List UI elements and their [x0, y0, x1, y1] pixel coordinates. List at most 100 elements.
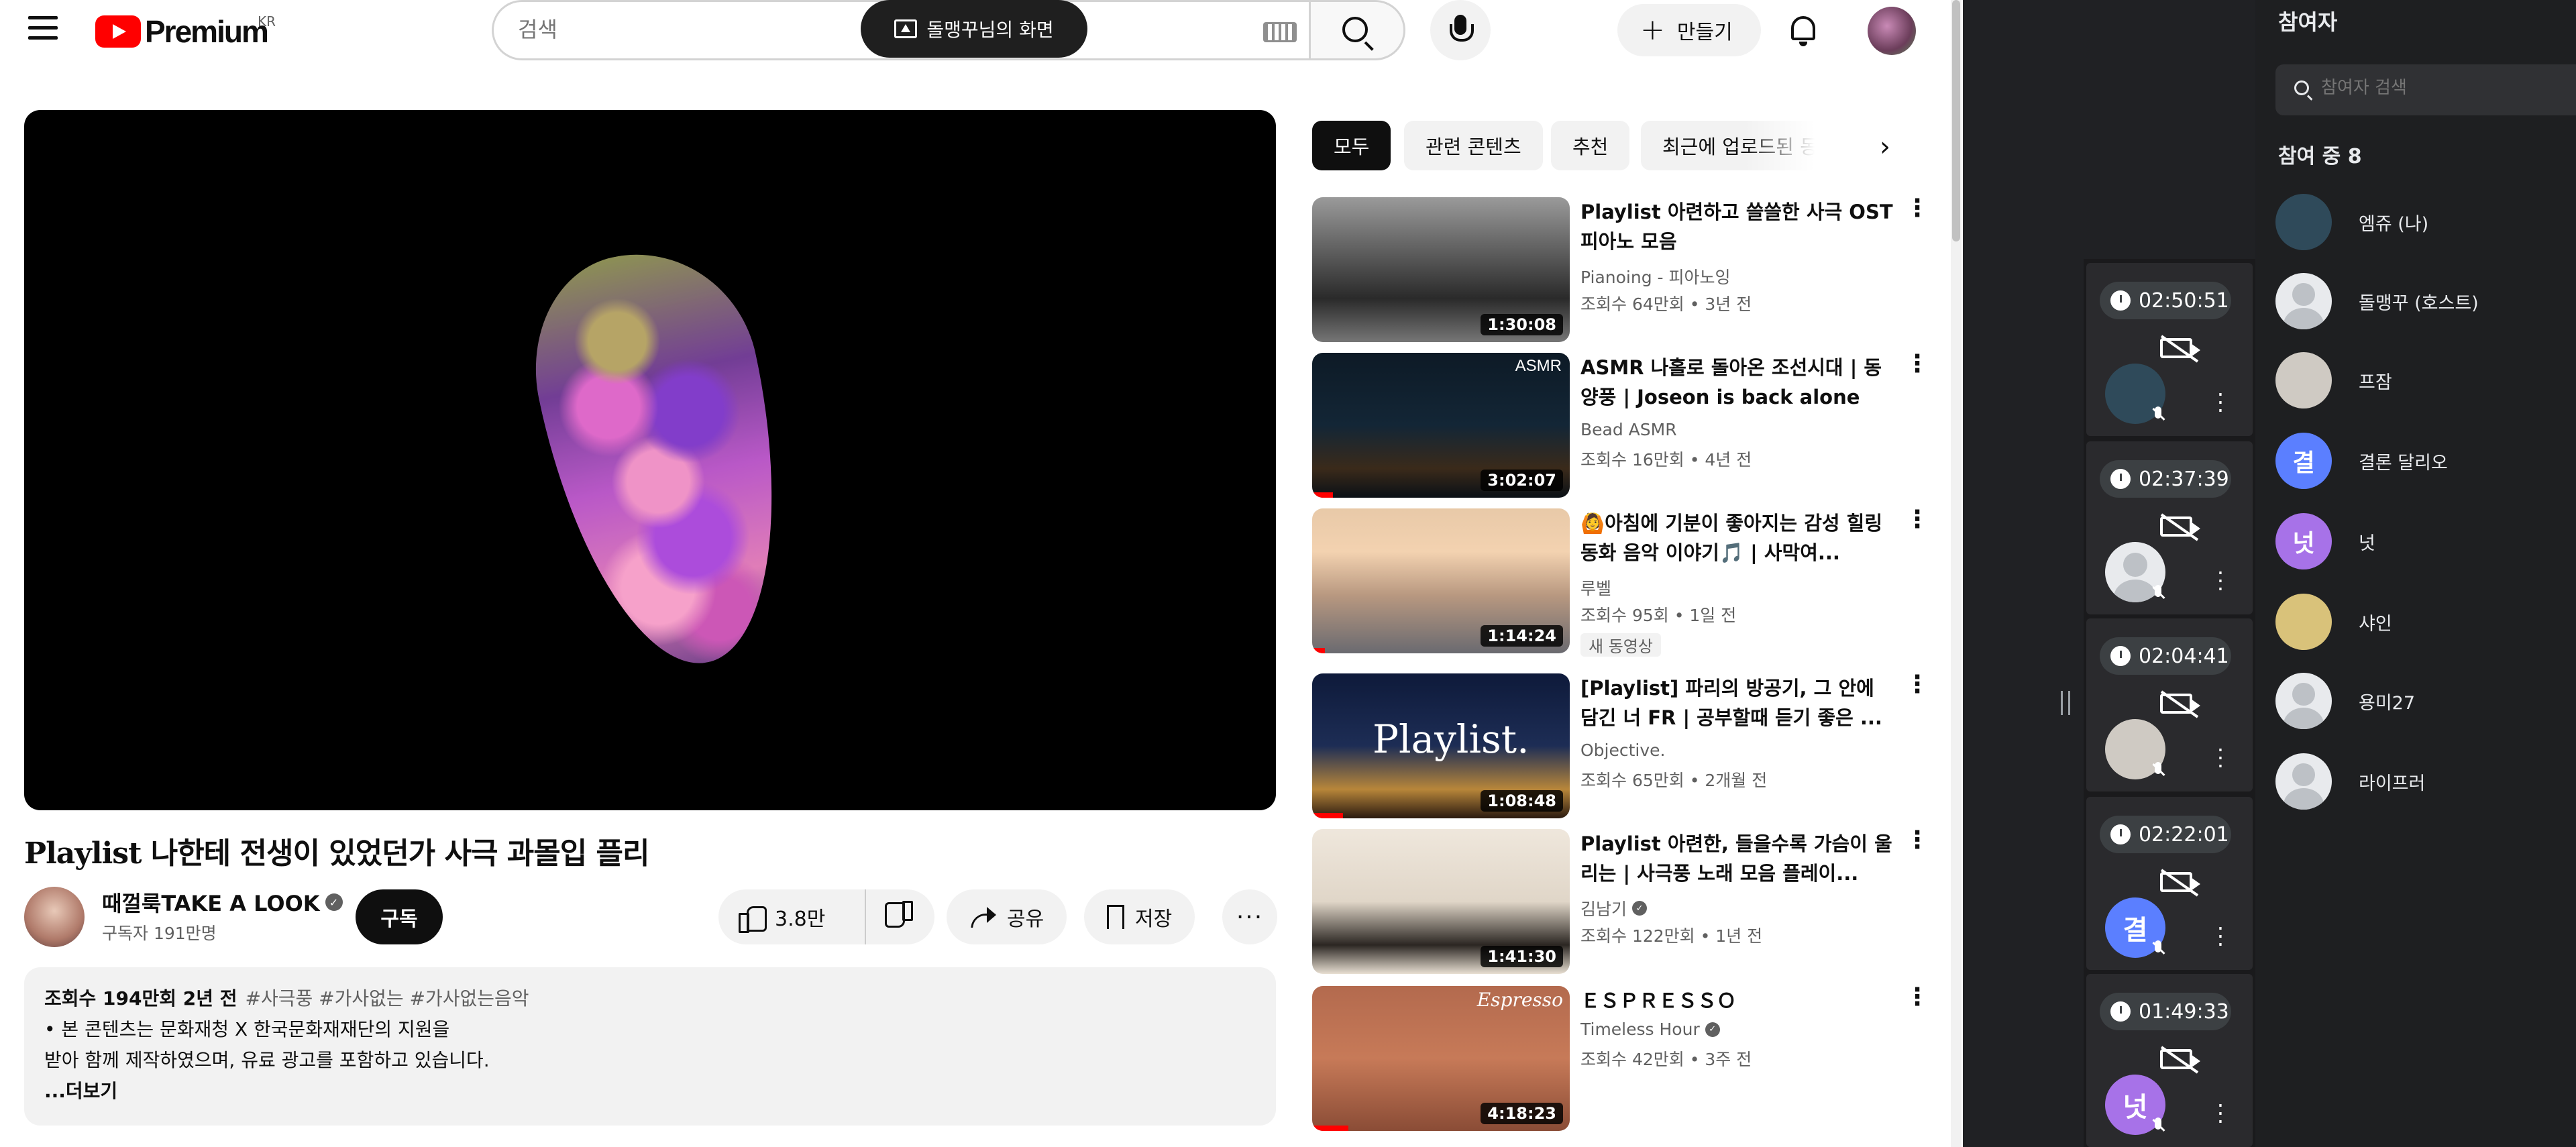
keyboard-icon[interactable]: [1263, 22, 1297, 42]
chip-all[interactable]: 모두: [1312, 121, 1391, 170]
search-input[interactable]: [518, 17, 1189, 42]
recommendation-channel[interactable]: Timeless Hour ✓: [1580, 1020, 1720, 1039]
share-button[interactable]: 공유: [947, 889, 1067, 944]
participant-tile[interactable]: 01:49:33 넛 · · ·: [2086, 974, 2253, 1147]
recommendation-item[interactable]: 1:41:30 Playlist 아련한, 들을수록 가슴이 울리는 | 사극풍…: [1312, 828, 1936, 974]
save-button[interactable]: 저장: [1084, 889, 1195, 944]
scrollbar-thumb[interactable]: [1952, 0, 1960, 241]
participant-name: 라이프러: [2359, 773, 2426, 794]
video-player[interactable]: [24, 110, 1276, 810]
description-line-1: • 본 콘텐츠는 문화재청 X 한국문화재재단의 지원을: [44, 1018, 450, 1040]
video-thumbnail[interactable]: Playlist. 1:08:48: [1312, 673, 1570, 818]
hamburger-menu-icon[interactable]: [28, 16, 58, 43]
participant-tile[interactable]: 02:04:41 · · ·: [2086, 618, 2253, 791]
more-options-icon[interactable]: · · ·: [2214, 1095, 2227, 1132]
recommendation-channel[interactable]: Objective.: [1580, 741, 1666, 760]
more-options-icon[interactable]: · · ·: [2214, 384, 2227, 421]
screen-share-indicator[interactable]: 돌맹꾸님의 화면: [861, 0, 1087, 58]
recommendation-channel[interactable]: 김남기 ✓: [1580, 896, 1648, 920]
participant-row[interactable]: 돌맹꾸 (호스트): [2275, 271, 2571, 331]
channel-name[interactable]: 때껄룩TAKE A LOOK ✓: [102, 887, 343, 918]
recommendation-title[interactable]: ASMR 나홀로 돌아온 조선시대 | 동양풍 | Joseon is back…: [1580, 353, 1896, 412]
participant-row[interactable]: 결 결론 달리오: [2275, 431, 2571, 491]
people-search-box[interactable]: [2275, 64, 2576, 115]
video-thumbnail[interactable]: 1:14:24: [1312, 508, 1570, 653]
participant-row[interactable]: 넛 넛: [2275, 511, 2571, 571]
youtube-play-icon: [95, 15, 141, 48]
participant-row[interactable]: 용미27: [2275, 671, 2571, 731]
video-thumbnail[interactable]: ASMR 3:02:07: [1312, 353, 1570, 498]
participant-tile[interactable]: 02:37:39 · · ·: [2086, 441, 2253, 614]
recommendation-item[interactable]: 1:30:08 Playlist 아련하고 쓸쓸한 사극 OST 피아노 모음 …: [1312, 197, 1936, 342]
drag-handle[interactable]: [2061, 691, 2070, 715]
participant-row[interactable]: 라이프러: [2275, 751, 2571, 812]
participant-row[interactable]: 샤인: [2275, 592, 2571, 652]
channel-name: Bead ASMR: [1580, 420, 1677, 439]
more-options-icon[interactable]: · · ·: [2214, 562, 2227, 600]
new-video-badge: 새 동영상: [1580, 633, 1661, 657]
more-options-icon[interactable]: ⋮: [1905, 197, 1929, 221]
more-options-icon[interactable]: ⋮: [1905, 673, 1929, 697]
video-duration: 1:14:24: [1481, 625, 1563, 647]
more-actions-button[interactable]: ···: [1222, 889, 1277, 944]
recommendation-title[interactable]: Playlist 아련하고 쓸쓸한 사극 OST 피아노 모음: [1580, 197, 1896, 256]
people-panel-title: 참여자: [2278, 9, 2338, 35]
recommendation-title[interactable]: Playlist 아련한, 들을수록 가슴이 울리는 | 사극풍 노래 모음 플…: [1580, 829, 1896, 888]
chip-related[interactable]: 관련 콘텐츠: [1404, 121, 1543, 170]
recommendation-title[interactable]: [Playlist] 파리의 방공기, 그 안에 담긴 너 FR | 공부할때 …: [1580, 673, 1896, 732]
recommendation-views: 조회수 42만회 • 3주 전: [1580, 1050, 1752, 1069]
video-thumbnail[interactable]: 1:30:08: [1312, 197, 1570, 342]
recommendation-item[interactable]: ASMR 3:02:07 ASMR 나홀로 돌아온 조선시대 | 동양풍 | J…: [1312, 352, 1936, 498]
recommendation-title[interactable]: 🙆아침에 기분이 좋아지는 감성 힐링 동화 음악 이야기🎵 | 사막여...: [1580, 508, 1896, 567]
recommendation-channel[interactable]: 루벨: [1580, 576, 1611, 600]
page-scrollbar[interactable]: [1951, 0, 1962, 1147]
more-options-icon[interactable]: · · ·: [2214, 918, 2227, 955]
like-dislike-group: 3.8만: [718, 889, 934, 944]
video-duration: 1:08:48: [1481, 790, 1563, 812]
participant-tile[interactable]: 02:22:01 결 · · ·: [2086, 797, 2253, 970]
channel-avatar[interactable]: [24, 887, 85, 947]
description-box[interactable]: 조회수 194만회 2년 전 #사극풍 #가사없는 #가사없는음악 • 본 콘텐츠…: [24, 967, 1276, 1126]
recommendation-item[interactable]: Playlist. 1:08:48 [Playlist] 파리의 방공기, 그 …: [1312, 673, 1936, 818]
participant-name: 결론 달리오: [2359, 452, 2448, 474]
channel-name: Objective.: [1580, 741, 1666, 760]
dislike-button[interactable]: [866, 904, 933, 930]
subscribe-button[interactable]: 구독: [356, 889, 443, 944]
people-search-input[interactable]: [2321, 78, 2563, 98]
recommendation-item[interactable]: Espresso 4:18:23 ＥＳＰＲＥＳＳＯ Timeless Hour …: [1312, 985, 1936, 1131]
recommendation-channel[interactable]: Pianoing - 피아노잉: [1580, 264, 1731, 288]
clock-icon: [2110, 824, 2131, 844]
account-avatar[interactable]: [1868, 7, 1916, 55]
show-more-link[interactable]: ...더보기: [44, 1076, 1256, 1107]
voice-search-button[interactable]: [1430, 0, 1491, 60]
elapsed-time: 01:49:33: [2139, 999, 2229, 1024]
search-button[interactable]: [1309, 0, 1405, 60]
youtube-logo[interactable]: Premium KR: [95, 13, 276, 50]
recommendation-views: 조회수 64만회 • 3년 전: [1580, 294, 1752, 314]
more-options-icon[interactable]: ⋮: [1905, 828, 1929, 853]
mic-off-icon: [2152, 762, 2164, 778]
more-options-icon[interactable]: · · ·: [2214, 739, 2227, 777]
recommendation-item[interactable]: 1:14:24 🙆아침에 기분이 좋아지는 감성 힐링 동화 음악 이야기🎵 |…: [1312, 508, 1936, 657]
elapsed-time-badge: 02:50:51: [2100, 282, 2231, 319]
chip-recommended[interactable]: 추천: [1551, 121, 1630, 170]
like-button[interactable]: 3.8만: [718, 889, 866, 944]
participant-row[interactable]: 엠쥬 (나): [2275, 192, 2571, 252]
recommendation-channel[interactable]: Bead ASMR: [1580, 420, 1677, 439]
notifications-bell-icon[interactable]: [1787, 13, 1819, 47]
hashtags[interactable]: #사극풍 #가사없는 #가사없는음악: [246, 987, 529, 1009]
video-duration: 1:30:08: [1481, 314, 1563, 335]
video-thumbnail[interactable]: Espresso 4:18:23: [1312, 986, 1570, 1131]
more-options-icon[interactable]: ⋮: [1905, 352, 1929, 376]
participant-tile[interactable]: 02:50:51 · · ·: [2086, 263, 2253, 436]
verified-icon: ✓: [1705, 1022, 1720, 1037]
participant-row[interactable]: 프잠: [2275, 350, 2571, 411]
watch-progress-bar: [1312, 492, 1333, 498]
chevron-right-icon[interactable]: ›: [1880, 131, 1890, 162]
more-options-icon[interactable]: ⋮: [1905, 985, 1929, 1009]
video-thumbnail[interactable]: 1:41:30: [1312, 829, 1570, 974]
recommendation-title[interactable]: ＥＳＰＲＥＳＳＯ: [1580, 986, 1896, 1016]
more-options-icon[interactable]: ⋮: [1905, 508, 1929, 532]
create-button[interactable]: + 만들기: [1617, 4, 1761, 56]
video-duration: 1:41:30: [1481, 946, 1563, 967]
